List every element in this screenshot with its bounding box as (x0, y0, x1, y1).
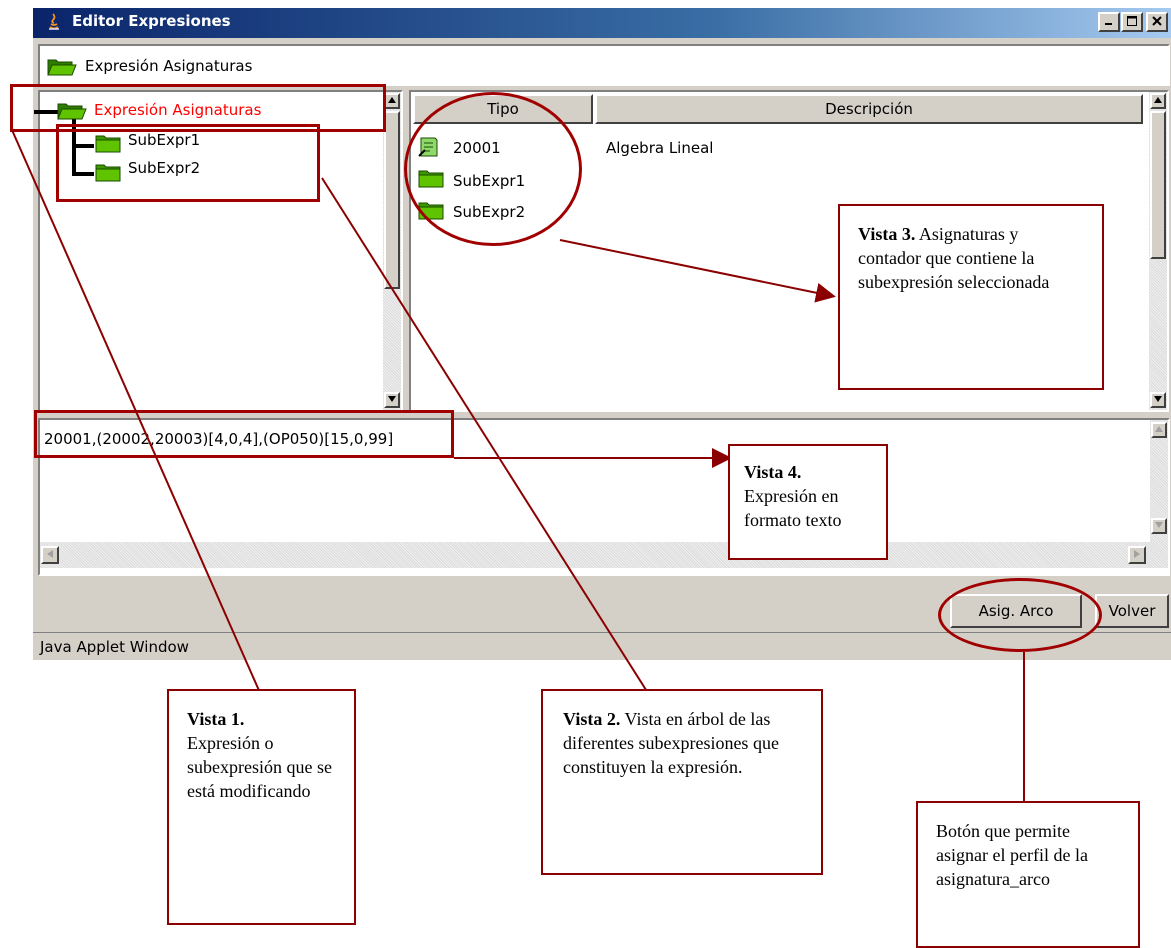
vista3-title: Vista 3. (858, 224, 916, 244)
button-callout: Botón que permite asignar el perfil de l… (916, 801, 1140, 948)
vista3-callout: Vista 3. Asignaturas y contador que cont… (838, 204, 1104, 390)
vista4-body: Expresión en formato texto (744, 486, 842, 530)
vista1-title: Vista 1. (187, 709, 245, 729)
vista4-title: Vista 4. (744, 462, 802, 482)
vista2-callout: Vista 2. Vista en árbol de las diferente… (541, 689, 823, 875)
vista1-body: Expresión o subexpresión que se está mod… (187, 733, 332, 801)
button-callout-body: Botón que permite asignar el perfil de l… (936, 821, 1088, 889)
vista3-arrow (559, 239, 836, 303)
vista4-callout: Vista 4. Expresión en formato texto (728, 444, 888, 560)
vista2-title: Vista 2. (563, 709, 621, 729)
vista2-arrow (321, 177, 663, 716)
vista1-callout: Vista 1. Expresión o subexpresión que se… (167, 689, 356, 925)
vista1-arrow (11, 129, 275, 724)
